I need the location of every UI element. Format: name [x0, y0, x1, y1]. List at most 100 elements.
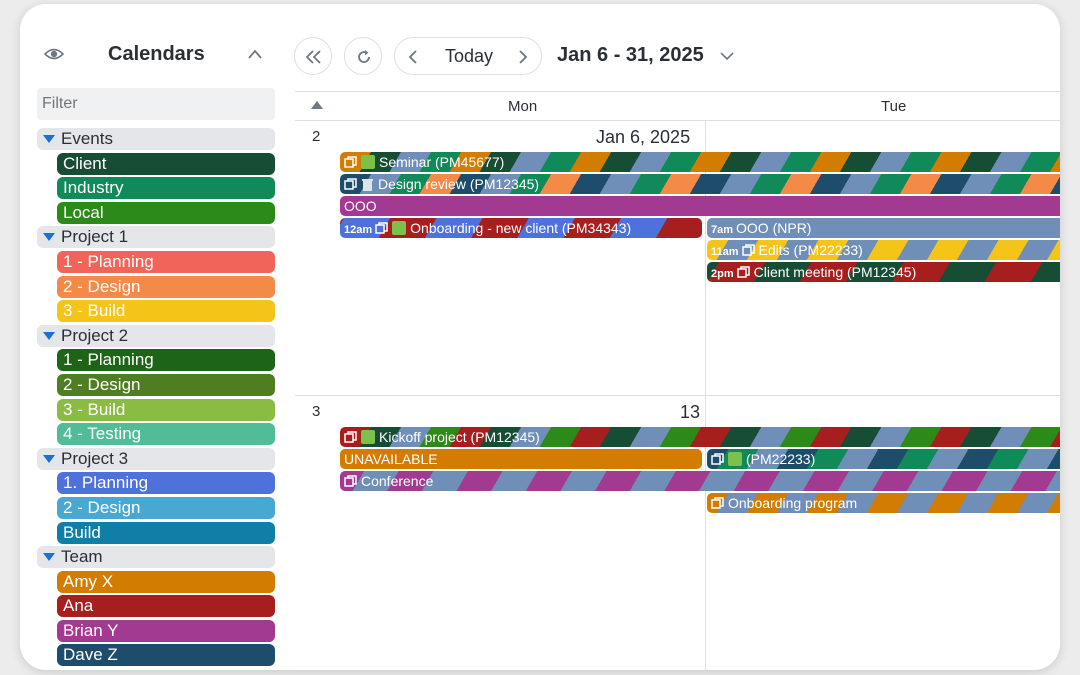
event-label: OOO (NPR) [736, 220, 812, 236]
copy-icon [741, 244, 755, 256]
checkbox-icon [392, 221, 407, 235]
event-time: 2pm [711, 268, 734, 280]
copy-icon [344, 178, 357, 190]
caret-down-icon[interactable] [43, 233, 55, 242]
calendar-grid: Mon Tue 2 Jan 6, 2025 3 13 Seminar (PM45… [295, 91, 1060, 670]
calendar-group[interactable]: Project 1 [37, 226, 275, 249]
caret-down-icon[interactable] [43, 135, 55, 143]
calendar-item[interactable]: Amy X [57, 570, 275, 593]
week-number: 2 [312, 128, 321, 145]
calendar-group[interactable]: Team [37, 546, 275, 569]
chevron-down-icon[interactable] [719, 50, 735, 62]
day-number[interactable]: Jan 6, 2025 [596, 127, 690, 148]
event-onboarding-program[interactable]: Onboarding program [707, 493, 1060, 513]
calendar-item[interactable]: 2 - Design [57, 496, 275, 519]
calendar-tree: Events Client Industry Local Project 1 1 - Pl… [37, 128, 275, 669]
today-button[interactable]: Today [445, 46, 493, 67]
event-label: (PM22233) [746, 451, 816, 467]
calendar-item[interactable]: Ana [57, 595, 275, 618]
refresh-button[interactable] [344, 37, 382, 75]
week-divider [295, 395, 1060, 396]
calendar-item[interactable]: Dave Z [57, 644, 275, 667]
date-range-label[interactable]: Jan 6 - 31, 2025 [557, 44, 704, 67]
calendar-item[interactable]: 2 - Design [57, 373, 275, 396]
refresh-icon [358, 50, 370, 63]
sidebar: Calendars Events ClientIndustryLocal Proje… [37, 4, 275, 670]
day-number[interactable]: 13 [680, 402, 700, 423]
calendar-item[interactable]: 4 - Testing [57, 423, 275, 446]
copy-icon [375, 222, 388, 234]
double-chevron-left-icon [305, 50, 321, 64]
sidebar-title: Calendars [108, 43, 205, 65]
event-label: Client meeting (PM12345) [753, 264, 917, 280]
event-label: Onboarding - new client (PM34343) [410, 220, 632, 236]
day-header-mon: Mon [508, 98, 538, 115]
calendar-group-label: Team [61, 547, 103, 567]
calendar-item[interactable]: 1 - Planning [57, 250, 275, 273]
event-label: Seminar (PM45677) [379, 154, 505, 170]
calendar-item[interactable]: 3 - Build [57, 300, 275, 323]
trash-icon [362, 179, 373, 191]
filter-input[interactable] [37, 88, 275, 120]
event-conference[interactable]: Conference [340, 471, 1060, 491]
calendar-item[interactable]: 1 - Planning [57, 349, 275, 372]
calendar-group[interactable]: Events [37, 128, 275, 150]
caret-down-icon[interactable] [43, 331, 55, 340]
event-seminar[interactable]: Seminar (PM45677) [340, 152, 1060, 172]
chevron-right-icon[interactable] [517, 49, 529, 65]
event-label: Edits (PM22233) [758, 242, 863, 258]
calendar-group[interactable]: Project 2 [37, 324, 275, 347]
calendar-item[interactable]: Build [57, 521, 275, 544]
eye-icon[interactable] [44, 46, 64, 62]
copy-icon [711, 453, 724, 465]
event-time: 11am [711, 246, 739, 258]
calendar-item[interactable]: 1. Planning [57, 472, 275, 495]
copy-icon [736, 266, 750, 278]
calendar-item[interactable]: Local [57, 201, 275, 224]
event-pm22233[interactable]: (PM22233) [707, 449, 1060, 469]
calendar-item[interactable]: Brian Y [57, 619, 275, 642]
event-label: Design review (PM12345) [378, 176, 540, 192]
event-time: 12am [344, 224, 373, 236]
event-design-review[interactable]: Design review (PM12345) [340, 174, 1060, 194]
calendar-card: Calendars Events ClientIndustryLocal Proje… [20, 4, 1060, 670]
calendar-group-label: Project 3 [61, 448, 129, 468]
checkbox-icon [361, 430, 375, 444]
day-header-tue: Tue [881, 98, 907, 115]
event-ooo-npr[interactable]: 7am OOO (NPR) [707, 218, 1060, 238]
caret-down-icon[interactable] [43, 553, 55, 562]
caret-down-icon[interactable] [43, 454, 55, 463]
event-label: OOO [344, 198, 377, 214]
event-ooo[interactable]: OOO [340, 196, 1060, 216]
event-onboarding-new-client[interactable]: 12am Onboarding - new client (PM34343) [340, 218, 702, 238]
event-edits[interactable]: 11am Edits (PM22233) [707, 240, 1060, 260]
calendar-group[interactable]: Project 3 [37, 447, 275, 470]
calendar-item[interactable]: 3 - Build [57, 398, 275, 421]
chevron-left-icon[interactable] [407, 49, 419, 65]
calendar-item[interactable]: Industry [57, 177, 275, 200]
collapse-sidebar-button[interactable] [294, 37, 332, 75]
scroll-up-icon[interactable] [311, 101, 323, 109]
chevron-up-icon[interactable] [245, 46, 265, 62]
copy-icon [344, 156, 357, 168]
calendar-group-label: Project 1 [61, 227, 129, 247]
week-number: 3 [312, 403, 321, 420]
date-navigation: Today [394, 37, 542, 75]
event-unavailable[interactable]: UNAVAILABLE [340, 449, 702, 469]
event-client-meeting[interactable]: 2pm Client meeting (PM12345) [707, 262, 1060, 282]
checkbox-icon [728, 452, 742, 466]
event-kickoff-project[interactable]: Kickoff project (PM12345) [340, 427, 1060, 447]
sidebar-header: Calendars [37, 36, 275, 72]
calendar-item[interactable]: Client [57, 152, 275, 175]
calendar-group-label: Project 2 [61, 325, 129, 345]
event-label: Kickoff project (PM12345) [379, 429, 540, 445]
checkbox-icon [361, 155, 375, 169]
calendar-item[interactable]: 2 - Design [57, 275, 275, 298]
copy-icon [344, 475, 357, 487]
event-label: Onboarding program [728, 495, 858, 511]
event-label: UNAVAILABLE [344, 451, 438, 467]
copy-icon [711, 497, 724, 509]
day-header: Mon Tue [295, 91, 1060, 121]
copy-icon [344, 431, 357, 443]
event-time: 7am [711, 224, 734, 236]
